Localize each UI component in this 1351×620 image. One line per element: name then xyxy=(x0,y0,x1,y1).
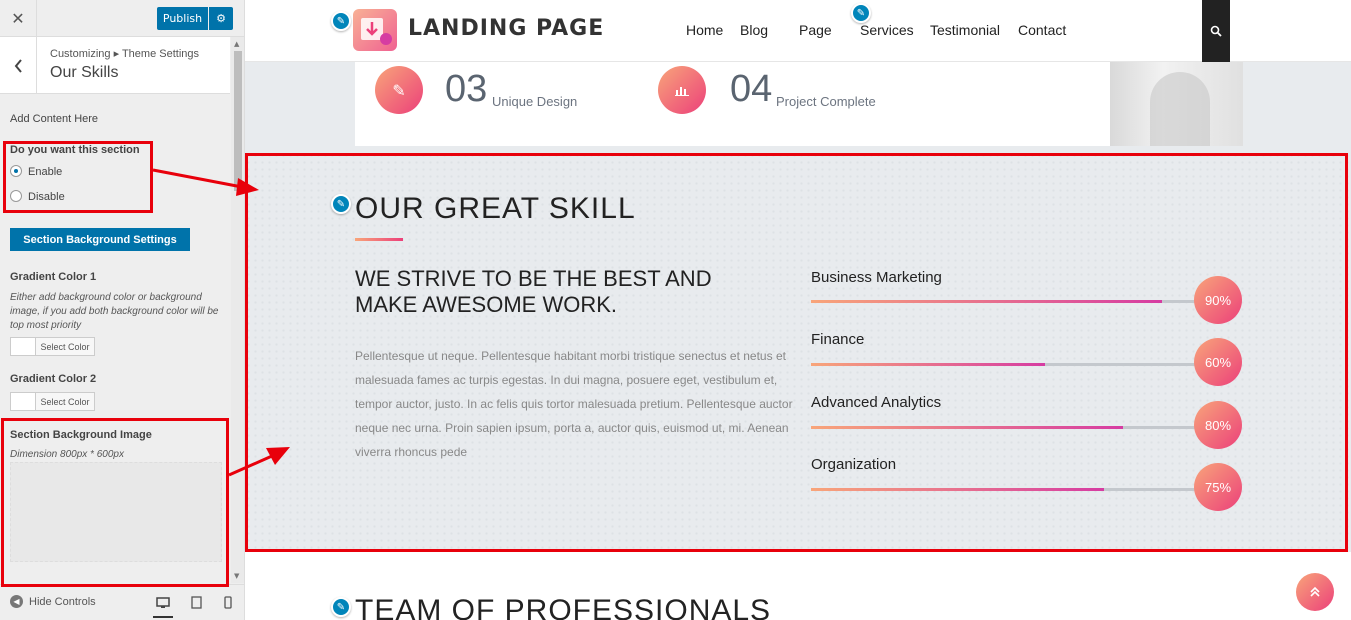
person-image xyxy=(1110,62,1243,146)
stat-label: Unique Design xyxy=(492,94,578,109)
highlight-enable-section xyxy=(3,141,153,213)
highlight-skills-section xyxy=(245,153,1348,552)
nav-services[interactable]: Services xyxy=(860,22,914,38)
stat-label: Project Complete xyxy=(776,94,876,109)
edit-shortcut-icon[interactable]: ✎ xyxy=(851,3,871,23)
nav-testimonial[interactable]: Testimonial xyxy=(930,22,1000,38)
sidebar-scrollbar[interactable]: ▲ ▼ xyxy=(231,37,244,583)
panel-title: Our Skills xyxy=(50,64,119,81)
publish-settings-gear-icon[interactable]: ⚙ xyxy=(209,7,233,30)
tablet-preview-icon[interactable] xyxy=(186,593,206,611)
stats-section: ✎ 03 Unique Design 04 Project Complete xyxy=(245,62,1351,152)
hide-controls-button[interactable]: ◀ Hide Controls xyxy=(10,595,96,608)
scroll-down-icon[interactable]: ▼ xyxy=(234,572,239,580)
nav-home[interactable]: Home xyxy=(686,22,723,38)
nav-blog[interactable]: Blog xyxy=(740,22,768,38)
sidebar-top-bar: ✕ Publish ⚙ xyxy=(0,0,244,37)
customizer-sidebar: ✕ Publish ⚙ Customizing ▸ Theme Settings… xyxy=(0,0,245,620)
color-swatch xyxy=(11,338,36,355)
desktop-preview-icon[interactable] xyxy=(153,590,173,618)
breadcrumb: Customizing ▸ Theme Settings xyxy=(50,48,199,60)
section-background-settings-button[interactable]: Section Background Settings xyxy=(10,228,190,251)
highlight-background-image xyxy=(1,418,229,587)
gradient-color-1-picker[interactable]: Select Color xyxy=(10,337,95,356)
close-icon[interactable]: ✕ xyxy=(0,0,37,37)
add-content-label: Add Content Here xyxy=(10,113,99,125)
customizer-window: ✕ Publish ⚙ Customizing ▸ Theme Settings… xyxy=(0,0,1351,620)
nav-page[interactable]: Page xyxy=(799,22,832,38)
collapse-icon: ◀ xyxy=(10,595,23,608)
gradient-color-2-label: Gradient Color 2 xyxy=(10,373,97,385)
mobile-preview-icon[interactable] xyxy=(218,593,238,611)
site-logo-text[interactable]: LANDING PAGE xyxy=(408,16,604,41)
stat-number: 03 xyxy=(445,68,488,110)
search-icon[interactable] xyxy=(1202,0,1230,62)
nav-contact[interactable]: Contact xyxy=(1018,22,1066,38)
scroll-up-icon[interactable]: ▲ xyxy=(234,40,239,48)
scroll-to-top-icon[interactable] xyxy=(1296,573,1334,611)
edit-shortcut-icon[interactable]: ✎ xyxy=(331,11,351,31)
site-header: ✎ LANDING PAGE Home Blog Page ✎ Services… xyxy=(245,0,1351,62)
select-color-label: Select Color xyxy=(40,396,90,407)
edit-shortcut-icon[interactable]: ✎ xyxy=(331,597,351,617)
logo-icon[interactable] xyxy=(353,9,397,51)
gradient-color-1-hint: Either add background color or backgroun… xyxy=(10,292,219,331)
stat-number: 04 xyxy=(730,68,773,110)
publish-button[interactable]: Publish xyxy=(157,7,208,30)
gradient-color-2-picker[interactable]: Select Color xyxy=(10,392,95,411)
color-swatch xyxy=(11,393,36,410)
gradient-color-1-label: Gradient Color 1 xyxy=(10,271,97,283)
hide-controls-label: Hide Controls xyxy=(29,595,96,608)
sidebar-footer: ◀ Hide Controls xyxy=(0,584,244,620)
select-color-label: Select Color xyxy=(40,341,90,352)
back-arrow-icon[interactable] xyxy=(0,37,37,94)
scroll-thumb[interactable] xyxy=(234,51,242,191)
panel-header: Customizing ▸ Theme Settings Our Skills xyxy=(0,37,230,94)
stats-card: ✎ 03 Unique Design 04 Project Complete xyxy=(355,62,1243,146)
pencil-icon: ✎ xyxy=(375,66,423,114)
team-section-title: TEAM OF PROFESSIONALS xyxy=(355,594,772,620)
chart-icon xyxy=(658,66,706,114)
